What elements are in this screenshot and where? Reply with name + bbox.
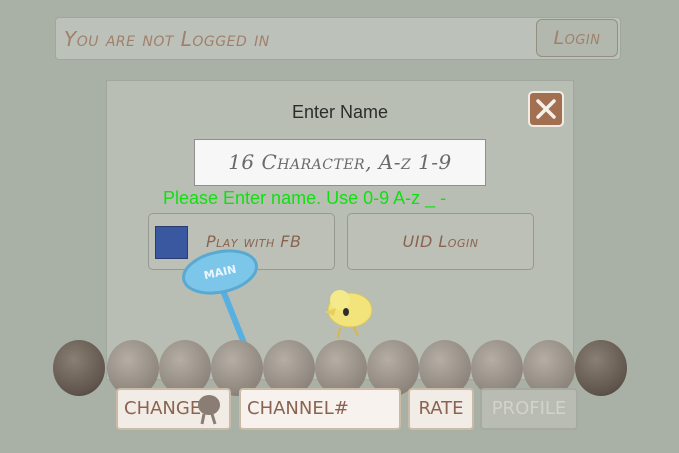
top-status-bar: You are not Logged in Login: [55, 17, 621, 60]
name-hint-text: Please Enter name. Use 0-9 A-z _ -: [163, 188, 447, 208]
dialog-title: Enter Name: [291, 102, 389, 122]
profile-button[interactable]: PROFILE: [480, 388, 578, 430]
rock-icon: [53, 340, 105, 396]
enter-name-dialog: Enter Name 16 Character, A-z 1-9 Please …: [106, 80, 574, 380]
facebook-icon: [155, 226, 188, 259]
login-status-text: You are not Logged in: [64, 27, 270, 51]
channel-input[interactable]: CHANNEL#: [239, 388, 401, 430]
fb-button-label: Play with FB: [206, 232, 302, 251]
play-with-fb-button[interactable]: Play with FB: [148, 213, 335, 270]
uid-login-button[interactable]: UID Login: [347, 213, 534, 270]
bottom-toolbar: CHANGE CHANNEL# RATE PROFILE: [116, 388, 586, 431]
name-input[interactable]: 16 Character, A-z 1-9: [194, 139, 486, 186]
change-button-label: CHANGE: [124, 398, 202, 419]
change-character-button[interactable]: CHANGE: [116, 388, 231, 430]
character-silhouette-icon: [198, 395, 220, 425]
rate-button[interactable]: RATE: [408, 388, 474, 430]
login-button[interactable]: Login: [536, 19, 618, 57]
close-icon: [536, 99, 556, 119]
close-button[interactable]: [528, 91, 564, 127]
